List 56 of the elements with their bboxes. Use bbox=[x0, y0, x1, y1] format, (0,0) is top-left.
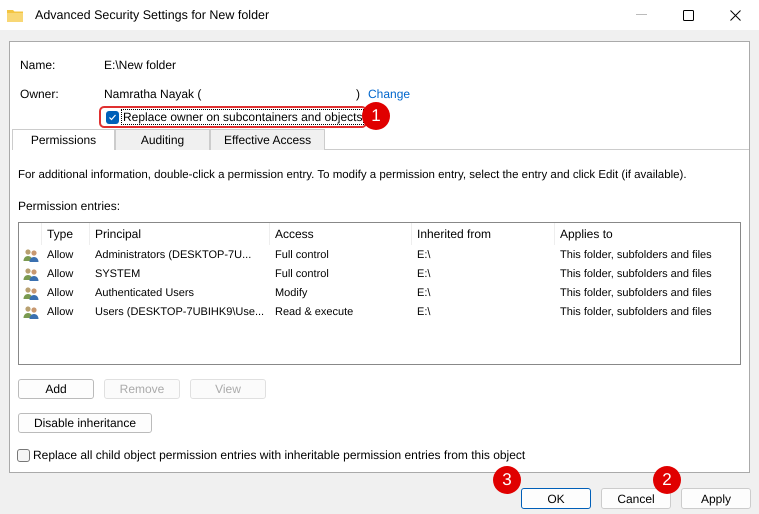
table-cell-text: Allow bbox=[46, 286, 74, 300]
owner-paren: ) bbox=[356, 86, 361, 103]
name-label: Name: bbox=[20, 57, 56, 74]
dialog-button[interactable]: Apply bbox=[681, 488, 751, 509]
dialog-button[interactable]: OK bbox=[521, 488, 591, 509]
table-cell-text: Allow bbox=[46, 248, 74, 262]
info-text: For additional information, double-click a permission entry. To modify a permission entry, select the entry and click Edit (if available). bbox=[18, 168, 688, 183]
table-cell-text: This folder, subfolders and files bbox=[559, 286, 713, 300]
users-icon bbox=[23, 286, 39, 300]
table-cell-text: SYSTEM bbox=[94, 266, 142, 282]
name-value: E:\New folder bbox=[104, 57, 176, 74]
close-icon[interactable] bbox=[730, 10, 741, 20]
users-icon bbox=[23, 266, 39, 281]
table-cell-text: Administrators (DESKTOP-7U... bbox=[94, 248, 252, 262]
tab[interactable]: Effective Access bbox=[210, 129, 326, 150]
column-header[interactable]: Applies to bbox=[554, 223, 740, 246]
table-cell-text: Users (DESKTOP-7UBIHK9\Use... bbox=[94, 304, 266, 320]
table-cell-text: Modify bbox=[274, 286, 308, 300]
entry-button[interactable]: Add bbox=[18, 379, 94, 400]
window-title: Advanced Security Settings for New folder bbox=[35, 6, 270, 24]
column-header[interactable]: Access bbox=[269, 223, 411, 246]
tab[interactable]: Auditing bbox=[115, 129, 210, 150]
column-header[interactable]: Principal bbox=[89, 223, 269, 246]
table-cell-text: This folder, subfolders and files bbox=[559, 266, 713, 282]
table-cell-text: E:\ bbox=[416, 248, 432, 262]
checkbox[interactable] bbox=[106, 110, 119, 124]
users-icon bbox=[23, 304, 39, 319]
table-cell-text: Read & execute bbox=[274, 304, 354, 320]
entries-label: Permission entries: bbox=[18, 198, 122, 216]
table-cell-text: Allow bbox=[46, 304, 74, 320]
column-header[interactable]: Type bbox=[41, 223, 89, 246]
owner-value: Namratha Nayak ( bbox=[104, 86, 202, 103]
annotation-marker: 3 bbox=[493, 466, 521, 494]
table-cell-text: Full control bbox=[274, 266, 330, 282]
checkbox-label[interactable]: Replace all child object permission entries with inheritable permission entries from this object bbox=[33, 446, 526, 464]
table-cell-text: E:\ bbox=[416, 304, 432, 320]
checkbox-label[interactable]: Replace owner on subcontainers and objects bbox=[121, 109, 364, 125]
dialog-button[interactable]: Cancel bbox=[601, 488, 671, 509]
tab[interactable]: Permissions bbox=[12, 129, 115, 150]
table-cell-text: E:\ bbox=[416, 286, 432, 300]
table-cell-text: This folder, subfolders and files bbox=[559, 248, 713, 262]
checkbox[interactable] bbox=[17, 448, 30, 462]
folder-icon bbox=[7, 8, 23, 22]
table-cell-text: This folder, subfolders and files bbox=[559, 304, 713, 320]
column-header[interactable]: Inherited from bbox=[411, 223, 554, 246]
table-cell-text: Authenticated Users bbox=[94, 286, 196, 300]
change-link[interactable]: Change bbox=[368, 85, 410, 103]
table-cell-text: Full control bbox=[274, 248, 330, 262]
maximize-icon[interactable] bbox=[683, 10, 694, 20]
checkmark-icon bbox=[108, 112, 117, 122]
table-cell-text: E:\ bbox=[416, 266, 432, 282]
users-icon bbox=[23, 248, 39, 262]
annotation-marker: 1 bbox=[362, 102, 390, 130]
disable-inheritance-button[interactable]: Disable inheritance bbox=[18, 413, 152, 434]
table-cell-text: Allow bbox=[46, 266, 74, 282]
owner-label: Owner: bbox=[20, 86, 60, 103]
